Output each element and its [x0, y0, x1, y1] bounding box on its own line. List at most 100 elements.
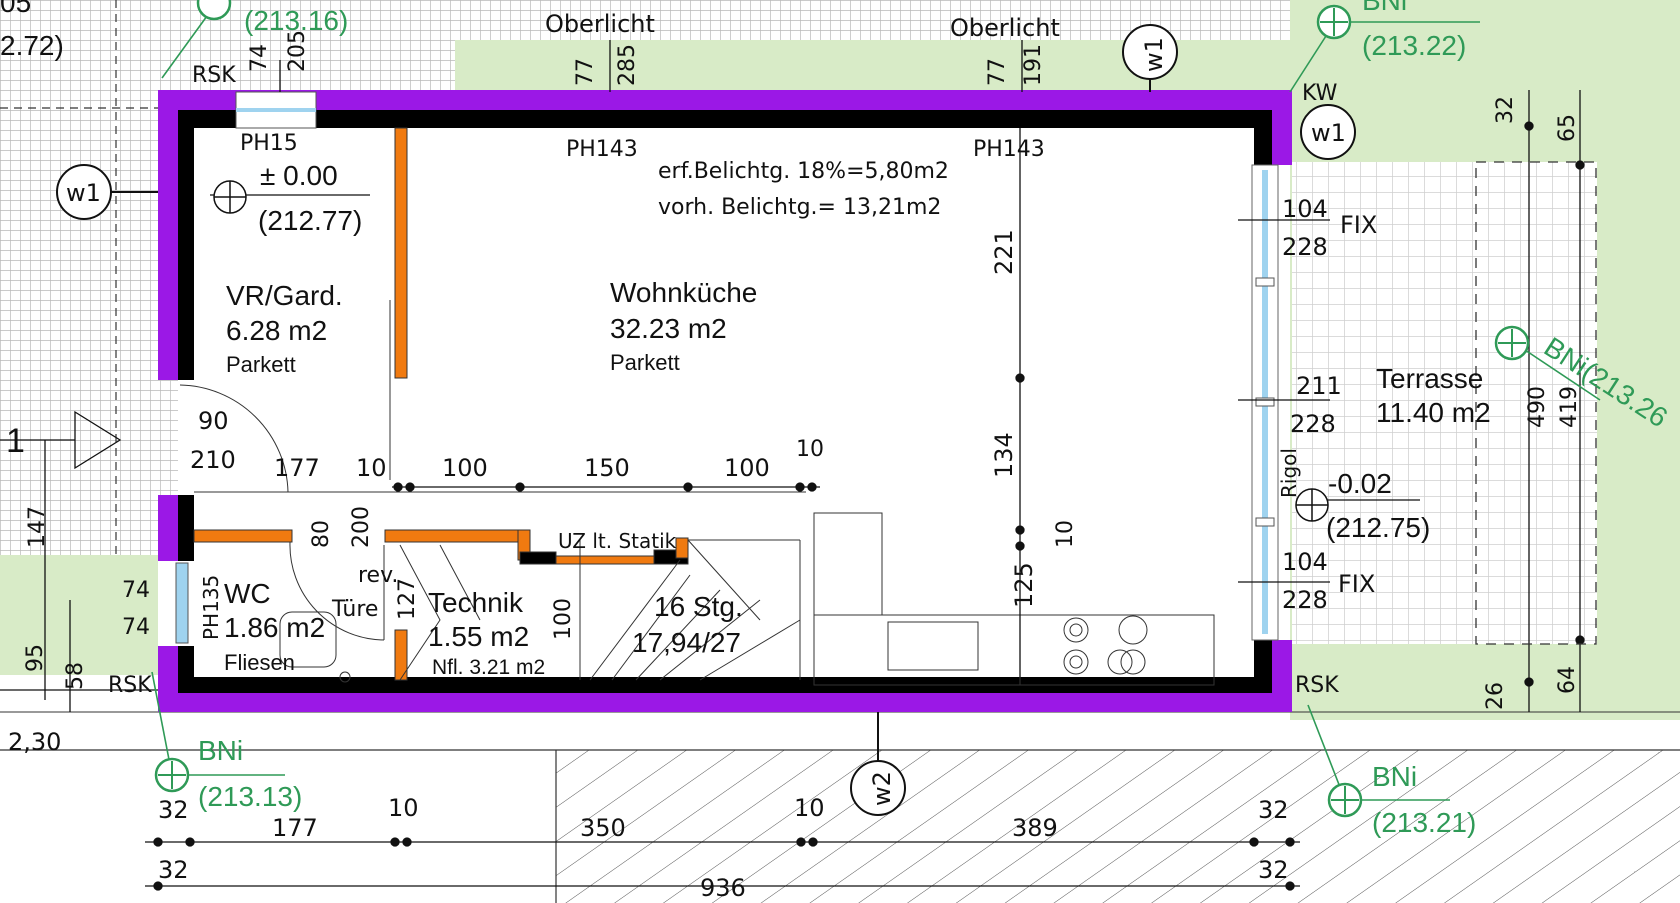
- rsk-label-left: RSK: [108, 673, 152, 698]
- room-name-technik: Technik: [428, 587, 524, 618]
- dim-label: 90: [198, 407, 229, 435]
- dim-label: 100: [724, 454, 770, 482]
- wc-window: [175, 562, 189, 644]
- belichtung-available: vorh. Belichtg.= 13,21m2: [658, 195, 941, 220]
- bni-bottom-left-label: BNi: [198, 735, 243, 766]
- room-name-terrasse: Terrasse: [1376, 363, 1483, 394]
- dim-label: 191: [1021, 44, 1046, 86]
- dim-label: 10: [796, 437, 824, 462]
- dim-label: 147: [25, 506, 50, 548]
- dim-label: 104: [1282, 195, 1328, 223]
- stair-count: 16 Stg.: [654, 591, 743, 622]
- dim-label: 77: [573, 58, 598, 86]
- ph143-label-2: PH143: [973, 137, 1045, 162]
- room-area-wohn: 32.23 m2: [610, 313, 727, 344]
- room-floor-wc: Fliesen: [224, 650, 295, 675]
- rigol-label: Rigol: [1277, 448, 1301, 498]
- rev-label-1: rev.: [358, 563, 398, 588]
- dim-label: 65: [1555, 114, 1580, 142]
- entrance-level: ± 0.00: [260, 160, 338, 191]
- rev-label-2: Türe: [331, 597, 378, 622]
- dim-label: 221: [990, 229, 1018, 275]
- dim-label: 211: [1296, 372, 1342, 400]
- dim-label: 228: [1282, 233, 1328, 261]
- dim-label: 10: [794, 794, 825, 822]
- uz-statik-label: UZ lt. Statik: [558, 529, 677, 553]
- ph143-label-1: PH143: [566, 137, 638, 162]
- dim-label: 2,30: [8, 728, 61, 756]
- dim-label: 74: [247, 44, 272, 72]
- dim-label: 177: [272, 814, 318, 842]
- dim-label: 150: [584, 454, 630, 482]
- fix-label-1: FIX: [1340, 211, 1377, 239]
- dim-label: 64: [1555, 666, 1580, 694]
- dim-label: 125: [1010, 562, 1038, 608]
- ph135-label: PH135: [199, 575, 223, 640]
- room-name-wohn: Wohnküche: [610, 277, 757, 308]
- dim-label: 32: [1258, 856, 1289, 884]
- dim-label: 127: [395, 578, 420, 620]
- dim-label: 350: [580, 814, 626, 842]
- dim-label: 490: [1525, 386, 1550, 428]
- room-name-wc: WC: [224, 578, 271, 609]
- room-area-vr: 6.28 m2: [226, 315, 327, 346]
- section-mark-label: 1: [6, 422, 25, 460]
- room-area-wc: 1.86 m2: [224, 612, 325, 643]
- room-area-terrasse: 11.40 m2: [1376, 397, 1491, 428]
- terrace-level: -0.02: [1328, 468, 1392, 499]
- dim-label: 177: [274, 454, 320, 482]
- room-net-technik: Nfl. 3.21 m2: [432, 656, 545, 679]
- marker-w1-right-label: w1: [1311, 119, 1346, 147]
- dim-label: 32: [1493, 96, 1518, 124]
- bni-bottom-right-abs: (213.21): [1372, 807, 1476, 838]
- dim-label: 134: [990, 432, 1018, 478]
- floor-plan: VR/Gard. 6.28 m2 Parkett Wohnküche 32.23…: [0, 0, 1680, 903]
- kw-label: KW: [1302, 81, 1338, 106]
- bni-bottom-right-label: BNi: [1372, 761, 1417, 792]
- ph15-label: PH15: [240, 131, 298, 156]
- terrace-windows: [1251, 164, 1279, 641]
- dim-label: 77: [985, 58, 1010, 86]
- dim-label: 95: [23, 644, 48, 672]
- rsk-label-right: RSK: [1295, 673, 1339, 698]
- rsk-label-top: RSK: [192, 63, 236, 88]
- dim-label: 80: [309, 520, 334, 548]
- dim-label: 26: [1483, 682, 1508, 710]
- dim-label: 10: [388, 794, 419, 822]
- dim-label: 104: [1282, 548, 1328, 576]
- stair-ratio: 17,94/27: [632, 627, 741, 658]
- top-left-partial-2: 05: [0, 0, 31, 18]
- fix-label-2: FIX: [1338, 570, 1375, 598]
- dim-label: 210: [190, 446, 236, 474]
- dim-label: 285: [615, 44, 640, 86]
- dim-label: 10: [356, 454, 387, 482]
- marker-w1-left-label: w1: [66, 179, 101, 207]
- room-floor-wohn: Parkett: [610, 350, 680, 375]
- bni-top-right-label: BNi: [1362, 0, 1407, 16]
- dim-label: 32: [158, 796, 189, 824]
- dim-label: 58: [63, 662, 88, 690]
- dim-label: 74: [122, 578, 150, 603]
- dim-label: 100: [551, 598, 576, 640]
- dim-label: 389: [1012, 814, 1058, 842]
- marker-w1-top-label: w1: [1140, 37, 1168, 72]
- dim-label: 10: [1053, 520, 1078, 548]
- dim-label: 74: [122, 615, 150, 640]
- oberlicht-label-1: Oberlicht: [545, 10, 655, 38]
- dim-label: 228: [1290, 410, 1336, 438]
- bni-bottom-left-abs: (213.13): [198, 781, 302, 812]
- dim-label: 200: [349, 506, 374, 548]
- marker-w2-label: w2: [868, 771, 896, 806]
- entrance-level-abs: (212.77): [258, 205, 362, 236]
- terrace-level-abs: (212.75): [1326, 512, 1430, 543]
- oberlicht-label-2: Oberlicht: [950, 14, 1060, 42]
- dim-label: 32: [1258, 796, 1289, 824]
- room-floor-vr: Parkett: [226, 352, 296, 377]
- belichtung-required: erf.Belichtg. 18%=5,80m2: [658, 159, 949, 184]
- dim-label: 100: [442, 454, 488, 482]
- room-name-vr: VR/Gard.: [226, 280, 343, 311]
- top-left-partial: 2.72): [0, 30, 64, 61]
- dim-label: 205: [285, 30, 310, 72]
- dim-label: 32: [158, 856, 189, 884]
- bni-top-right-abs: (213.22): [1362, 30, 1466, 61]
